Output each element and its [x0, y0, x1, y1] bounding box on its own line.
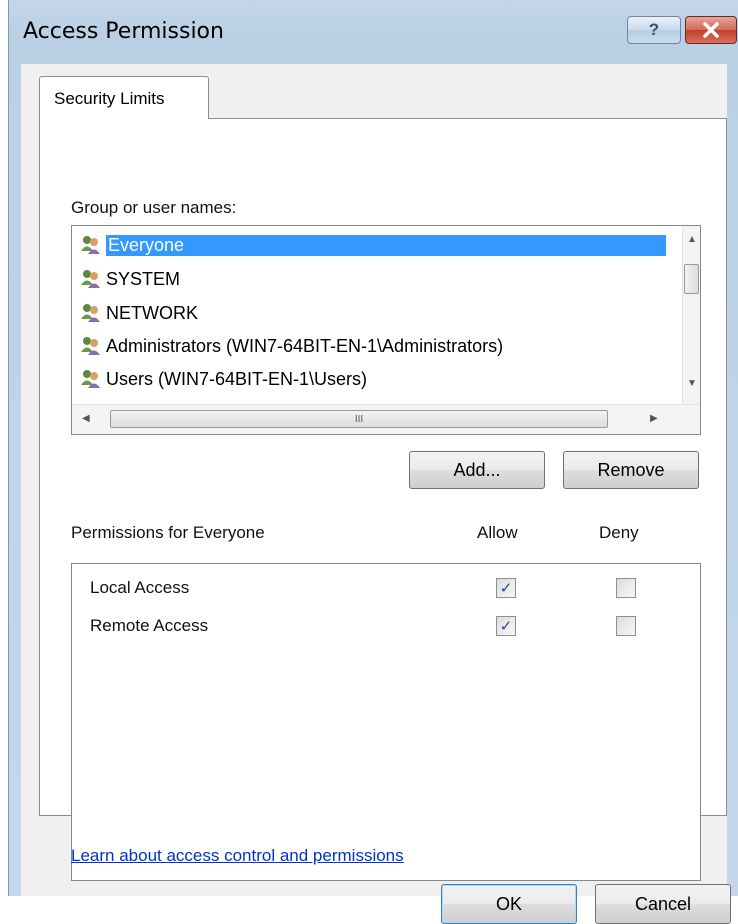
- scroll-up-icon[interactable]: ▲: [687, 234, 697, 245]
- check-icon: ✓: [499, 580, 513, 597]
- add-button[interactable]: Add...: [409, 451, 545, 489]
- close-button[interactable]: [685, 16, 737, 44]
- dialog-body: Security Limits Group or user names: Eve…: [21, 64, 731, 924]
- scroll-grip: III: [354, 413, 364, 425]
- list-item[interactable]: SYSTEM: [80, 264, 680, 294]
- list-item-label: SYSTEM: [106, 268, 181, 289]
- local-access-allow-checkbox[interactable]: ✓: [496, 578, 516, 598]
- remote-access-deny-checkbox[interactable]: [616, 616, 636, 636]
- close-icon: [703, 22, 719, 38]
- cancel-button[interactable]: Cancel: [595, 884, 731, 924]
- permission-name: Local Access: [90, 578, 190, 597]
- title-bar: Access Permission ?: [9, 0, 738, 64]
- list-item[interactable]: Administrators (WIN7-64BIT-EN-1\Administ…: [80, 331, 680, 361]
- users-icon: [80, 335, 102, 357]
- list-item[interactable]: Everyone: [80, 230, 680, 260]
- tab-label: Security Limits: [54, 89, 165, 108]
- permissions-label: Permissions for Everyone: [71, 523, 265, 542]
- help-button[interactable]: ?: [627, 16, 681, 44]
- group-list-label: Group or user names:: [71, 198, 237, 217]
- help-icon: ?: [648, 20, 660, 39]
- remote-access-allow-checkbox[interactable]: ✓: [496, 616, 516, 636]
- users-icon: [80, 368, 102, 390]
- list-item[interactable]: NETWORK: [80, 298, 680, 328]
- add-button-label: Add...: [453, 459, 501, 480]
- ok-button[interactable]: OK: [441, 884, 577, 924]
- permissions-list: Local Access ✓ Remote Access ✓: [71, 563, 701, 881]
- list-item-label: NETWORK: [106, 302, 198, 323]
- dialog-window: Access Permission ? Security Limits Grou…: [8, 0, 738, 924]
- list-item[interactable]: Users (WIN7-64BIT-EN-1\Users): [80, 364, 680, 394]
- scroll-down-icon[interactable]: ▼: [687, 378, 697, 389]
- permission-name: Remote Access: [90, 616, 209, 635]
- scroll-thumb[interactable]: [684, 264, 699, 294]
- check-icon: ✓: [499, 618, 513, 635]
- vertical-scrollbar[interactable]: ▲ ▼: [682, 226, 700, 404]
- scroll-left-icon[interactable]: ◀: [82, 413, 90, 424]
- scroll-right-icon[interactable]: ▶: [650, 413, 658, 424]
- access-control-help-link[interactable]: Learn about access control and permissio…: [71, 846, 404, 866]
- list-item-label: Everyone: [106, 234, 666, 256]
- group-user-list[interactable]: Everyone SYSTEM NETWORK Administrators (…: [71, 225, 701, 435]
- scroll-thumb[interactable]: III: [110, 410, 608, 428]
- remove-button[interactable]: Remove: [563, 451, 699, 489]
- users-icon: [80, 234, 102, 256]
- ok-button-label: OK: [495, 893, 522, 914]
- deny-column-header: Deny: [599, 523, 639, 542]
- tab-security-limits[interactable]: Security Limits: [39, 76, 209, 119]
- list-item-label: Users (WIN7-64BIT-EN-1\Users): [106, 368, 368, 389]
- remove-button-label: Remove: [597, 459, 665, 480]
- users-icon: [80, 268, 102, 290]
- local-access-deny-checkbox[interactable]: [616, 578, 636, 598]
- horizontal-scrollbar[interactable]: ◀ III ▶: [72, 404, 700, 434]
- window-title: Access Permission: [23, 19, 224, 44]
- users-icon: [80, 302, 102, 324]
- allow-column-header: Allow: [477, 523, 518, 542]
- cancel-button-label: Cancel: [634, 893, 692, 914]
- list-item-label: Administrators (WIN7-64BIT-EN-1\Administ…: [106, 335, 504, 356]
